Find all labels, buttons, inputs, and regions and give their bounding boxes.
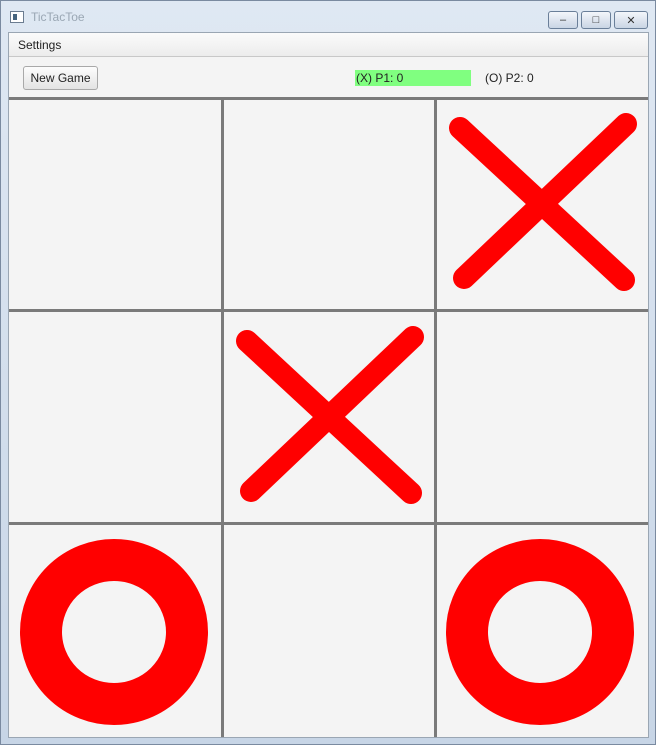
minimize-button[interactable]: –	[548, 11, 578, 29]
close-icon: ✕	[626, 14, 636, 27]
app-window: TicTacToe – □ ✕ Settings New Game (X) P1…	[0, 0, 656, 745]
minimize-icon: –	[559, 14, 567, 26]
menu-settings[interactable]: Settings	[18, 38, 61, 52]
new-game-button[interactable]: New Game	[23, 66, 98, 90]
board-cell-r1-c0[interactable]	[12, 313, 222, 523]
app-icon	[10, 11, 24, 23]
title-bar[interactable]: TicTacToe – □ ✕	[1, 1, 655, 33]
board-cell-r0-c2[interactable]	[438, 100, 648, 310]
maximize-icon: □	[592, 14, 600, 26]
player1-score: (X) P1: 0	[355, 70, 471, 86]
toolbar: New Game (X) P1: 0 (O) P2: 0	[9, 57, 648, 97]
board-cell-r0-c1[interactable]	[225, 100, 435, 310]
board-cell-r0-c0[interactable]	[12, 100, 222, 310]
menu-bar: Settings	[9, 33, 648, 57]
maximize-button[interactable]: □	[581, 11, 611, 29]
board-cell-r1-c2[interactable]	[438, 313, 648, 523]
o-mark-icon	[446, 539, 634, 725]
board-cell-r2-c0[interactable]	[12, 526, 222, 736]
x-mark-icon	[449, 113, 637, 291]
client-area: Settings New Game (X) P1: 0 (O) P2: 0	[8, 32, 649, 738]
game-board	[9, 97, 648, 737]
board-cell-r2-c1[interactable]	[225, 526, 435, 736]
board-cell-r1-c1[interactable]	[225, 313, 435, 523]
o-mark-icon	[20, 539, 208, 725]
board-cell-r2-c2[interactable]	[438, 526, 648, 736]
player2-score: (O) P2: 0	[485, 71, 534, 85]
close-button[interactable]: ✕	[614, 11, 648, 29]
x-mark-icon	[236, 326, 424, 504]
window-title: TicTacToe	[31, 10, 85, 24]
